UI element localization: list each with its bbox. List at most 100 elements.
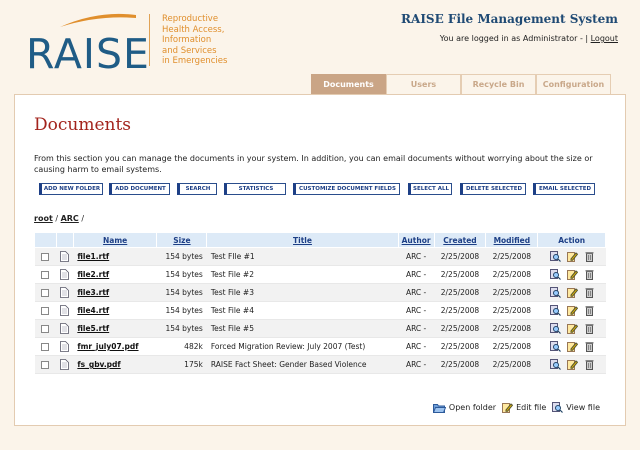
column-header-modified[interactable]: Modified: [485, 232, 539, 248]
document-icon: [60, 323, 70, 334]
file-link[interactable]: file2.rtf: [77, 270, 109, 279]
view-file-icon[interactable]: [549, 341, 561, 352]
view-file-icon: [552, 401, 564, 413]
tab-users[interactable]: Users: [386, 74, 461, 94]
document-icon: [60, 287, 70, 298]
breadcrumb-arc[interactable]: ARC: [61, 214, 79, 223]
file-size: 154 bytes: [156, 283, 207, 302]
page-title: Documents: [34, 115, 132, 135]
column-header-author[interactable]: Author: [397, 232, 435, 248]
column-header-name[interactable]: Name: [72, 232, 158, 248]
login-text: You are logged in as Administrator - |: [439, 34, 589, 43]
delete-file-icon[interactable]: [585, 251, 594, 262]
file-created: 2/25/2008: [434, 301, 486, 320]
email-selected-button[interactable]: EMAIL SELECTED: [533, 183, 595, 195]
column-header-created[interactable]: Created: [433, 232, 487, 248]
login-status: You are logged in as Administrator - | L…: [440, 34, 618, 43]
row-checkbox[interactable]: [41, 253, 50, 261]
tab-documents[interactable]: Documents: [311, 74, 386, 94]
row-checkbox[interactable]: [41, 343, 50, 351]
file-created: 2/25/2008: [434, 319, 486, 338]
document-icon: [60, 269, 70, 280]
table-row: file2.rtf 154 bytes Test File #2 ARC - 2…: [34, 265, 606, 284]
breadcrumb-root[interactable]: root: [34, 214, 53, 223]
file-link[interactable]: fmr_july07.pdf: [77, 342, 138, 351]
raise-logo: RAISE Reproductive Health Access, Inform…: [26, 12, 236, 78]
file-link[interactable]: file3.rtf: [77, 288, 109, 297]
search-button[interactable]: SEARCH: [177, 183, 217, 195]
edit-file-icon[interactable]: [567, 305, 579, 316]
customize-document-fields-button[interactable]: CUSTOMIZE DOCUMENT FIELDS: [293, 183, 400, 195]
row-checkbox[interactable]: [41, 271, 50, 279]
file-link[interactable]: file4.rtf: [77, 306, 109, 315]
file-modified: 2/25/2008: [485, 319, 538, 338]
file-created: 2/25/2008: [434, 265, 486, 284]
row-checkbox[interactable]: [41, 325, 50, 333]
column-header-title[interactable]: Title: [206, 232, 399, 248]
file-size: 482k: [156, 337, 207, 356]
column-header-action: Action: [537, 232, 606, 248]
logo-divider: [149, 14, 150, 66]
row-checkbox[interactable]: [41, 289, 50, 297]
file-modified: 2/25/2008: [485, 301, 538, 320]
logo-wordmark: RAISE: [26, 30, 150, 78]
file-size: 154 bytes: [156, 301, 207, 320]
select-column-header: [34, 232, 57, 248]
delete-file-icon[interactable]: [585, 287, 594, 298]
row-checkbox[interactable]: [41, 361, 50, 369]
edit-file-icon[interactable]: [567, 251, 579, 262]
edit-file-icon[interactable]: [567, 287, 579, 298]
file-created: 2/25/2008: [434, 337, 486, 356]
icon-legend: Open folder Edit file View file: [432, 401, 603, 413]
file-author: ARC -: [398, 355, 435, 374]
file-author: ARC -: [398, 265, 435, 284]
edit-file-icon[interactable]: [567, 323, 579, 334]
file-size: 154 bytes: [156, 265, 207, 284]
view-file-icon[interactable]: [549, 323, 561, 334]
file-modified: 2/25/2008: [485, 355, 538, 374]
tab-recycle-bin[interactable]: Recycle Bin: [461, 74, 536, 94]
view-file-icon[interactable]: [549, 305, 561, 316]
pdf-document-icon: [60, 341, 70, 352]
row-checkbox[interactable]: [41, 307, 50, 315]
delete-file-icon[interactable]: [585, 305, 594, 316]
delete-file-icon[interactable]: [585, 341, 594, 352]
file-link[interactable]: file1.rtf: [77, 252, 109, 261]
file-title: RAISE Fact Sheet: Gender Based Violence: [206, 355, 399, 374]
file-title: Test File #2: [206, 265, 399, 284]
logo-arc-icon: [60, 13, 136, 27]
view-file-icon[interactable]: [549, 251, 561, 262]
file-title: Forced Migration Review: July 2007 (Test…: [206, 337, 399, 356]
delete-file-icon[interactable]: [585, 323, 594, 334]
statistics-button[interactable]: STATISTICS: [224, 183, 286, 195]
edit-file-icon[interactable]: [567, 359, 579, 370]
system-title: RAISE File Management System: [401, 12, 618, 26]
edit-file-icon[interactable]: [567, 269, 579, 280]
file-author: ARC -: [398, 319, 435, 338]
pdf-document-icon: [60, 359, 70, 370]
delete-selected-button[interactable]: DELETE SELECTED: [460, 183, 526, 195]
add-document-button[interactable]: ADD DOCUMENT: [109, 183, 170, 195]
logo-tagline: Reproductive Health Access, Information …: [162, 14, 228, 66]
document-icon: [60, 251, 70, 262]
file-link[interactable]: fs_gbv.pdf: [77, 360, 120, 369]
view-file-icon[interactable]: [549, 269, 561, 280]
add-new-folder-button[interactable]: ADD NEW FOLDER: [39, 183, 103, 195]
logout-link[interactable]: Logout: [591, 34, 618, 43]
select-all-button[interactable]: SELECT ALL: [408, 183, 452, 195]
file-title: Test File #5: [206, 319, 399, 338]
delete-file-icon[interactable]: [585, 359, 594, 370]
edit-file-icon[interactable]: [567, 341, 579, 352]
table-row: fs_gbv.pdf 175k RAISE Fact Sheet: Gender…: [34, 355, 606, 374]
intro-text: From this section you can manage the doc…: [34, 154, 593, 174]
view-file-icon[interactable]: [549, 287, 561, 298]
breadcrumb: root / ARC /: [34, 214, 84, 223]
view-file-icon[interactable]: [549, 359, 561, 370]
delete-file-icon[interactable]: [585, 269, 594, 280]
tab-configuration[interactable]: Configuration: [536, 74, 611, 94]
table-row: file1.rtf 154 bytes Test FIle #1 ARC - 2…: [34, 247, 606, 266]
file-link[interactable]: file5.rtf: [77, 324, 109, 333]
breadcrumb-separator: /: [81, 214, 85, 223]
column-header-size[interactable]: Size: [156, 232, 208, 248]
table-row: file4.rtf 154 bytes Test File #4 ARC - 2…: [34, 301, 606, 320]
